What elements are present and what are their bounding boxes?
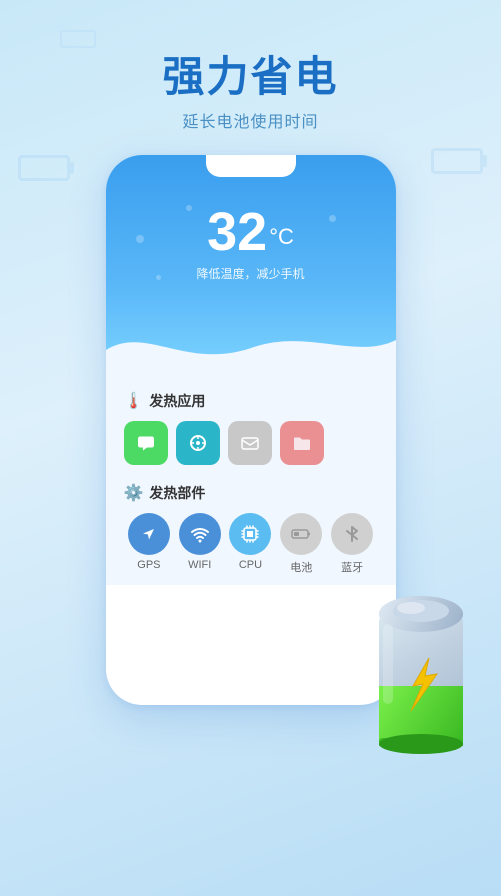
bg-battery-decoration-right [431,148,483,174]
temperature-value: 32 [207,205,267,259]
app-icon-mail[interactable] [228,421,272,465]
battery-icon [280,513,322,555]
hot-apps-section-label: 🌡️ 发热应用 [124,391,378,411]
phone-top-section: 32°C 降低温度，减少手机 [106,155,396,375]
cpu-icon [229,513,271,555]
temperature-unit: °C [269,224,294,249]
header-title: 强力省电 [0,52,501,102]
app-icon-messages[interactable] [124,421,168,465]
wifi-icon [179,513,221,555]
app-icon-folder[interactable] [280,421,324,465]
header-subtitle: 延长电池使用时间 [0,108,501,132]
component-wifi[interactable]: WIFI [179,513,221,571]
component-gps[interactable]: GPS [128,513,170,571]
phone-notch [206,155,296,177]
component-battery[interactable]: 电池 [280,513,322,575]
hot-components-label: 发热部件 [149,483,205,503]
cpu-label: CPU [239,559,262,571]
component-cpu[interactable]: CPU [229,513,271,571]
battery-3d-illustration [321,576,491,776]
hot-apps-label: 发热应用 [149,391,205,411]
wave-divider [106,320,396,375]
component-bluetooth[interactable]: 蓝牙 [331,513,373,575]
gps-icon [128,513,170,555]
wifi-label: WIFI [188,559,211,571]
app-icon-compass[interactable] [176,421,220,465]
battery-label: 电池 [290,559,312,575]
bluetooth-label: 蓝牙 [341,559,363,575]
gps-label: GPS [137,559,160,571]
bluetooth-icon [331,513,373,555]
phone-bottom-section: 🌡️ 发热应用 [106,375,396,585]
bg-battery-decoration-left [18,155,70,181]
thermometer-icon: 🌡️ [124,391,144,411]
gear-icon: ⚙️ [124,483,144,503]
temperature-description: 降低温度，减少手机 [106,265,396,282]
hot-apps-row [124,421,378,465]
hot-components-section-label: ⚙️ 发热部件 [124,483,378,503]
component-icons-row: GPS WIFI [124,513,378,575]
header: 强力省电 延长电池使用时间 [0,0,501,132]
